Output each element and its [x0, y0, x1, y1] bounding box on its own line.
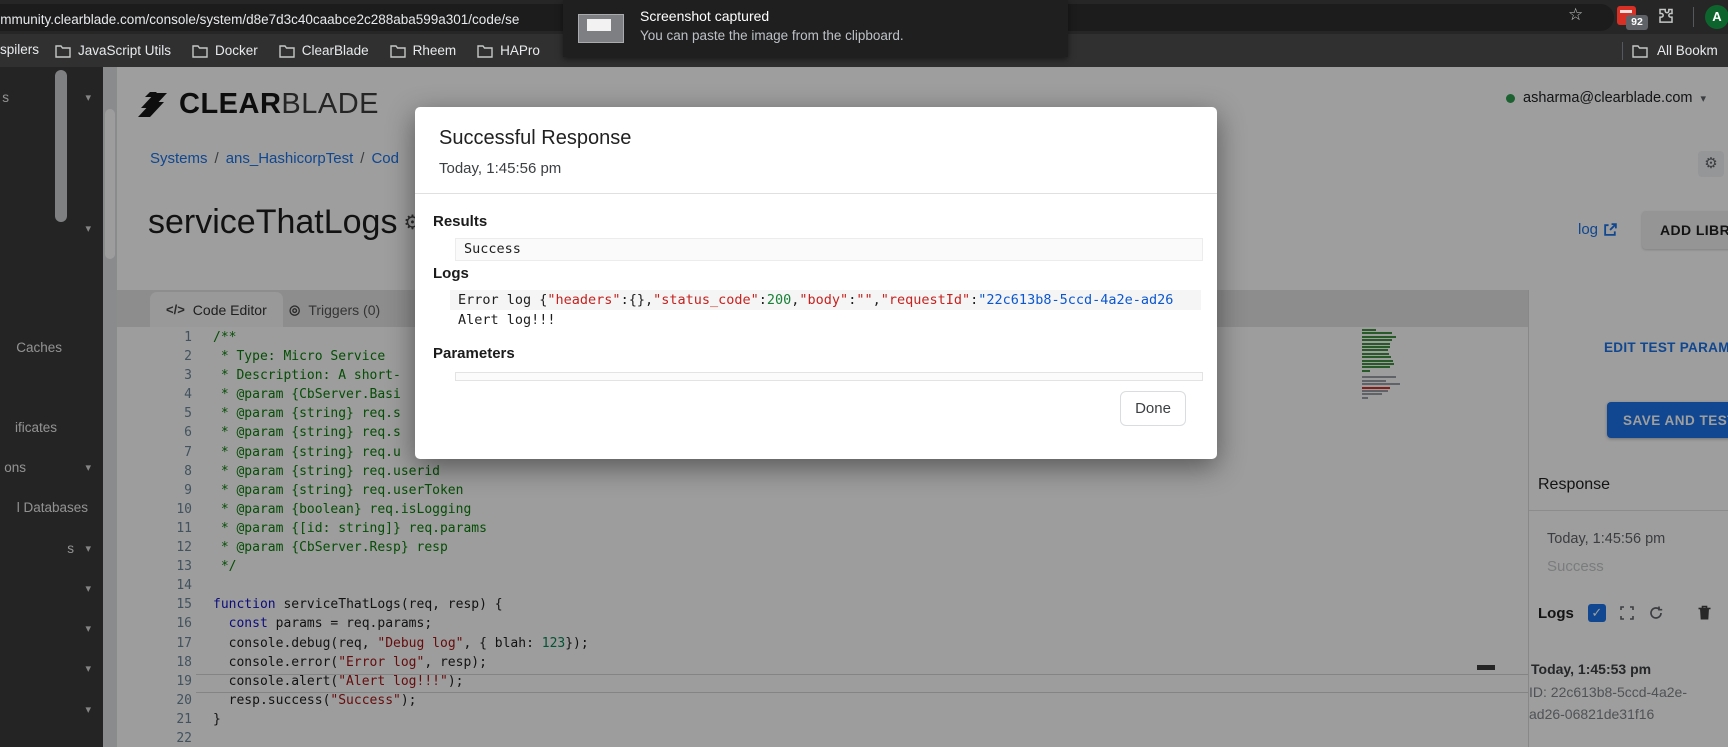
bookmark-label: Docker [215, 43, 258, 58]
parameters-box[interactable] [455, 372, 1203, 381]
bookmark-label: ClearBlade [302, 43, 369, 58]
all-bookmarks-label[interactable]: All Bookm [1657, 43, 1718, 58]
folder-icon [192, 44, 208, 58]
url-text: community.clearblade.com/console/system/… [0, 12, 519, 27]
folder-icon [1632, 44, 1648, 58]
dialog-divider [415, 193, 1217, 194]
folder-icon [279, 44, 295, 58]
log-line-alert: Alert log!!! [450, 310, 1201, 330]
bookmark-item[interactable]: Rheem [390, 43, 457, 58]
bookmarks-divider [1622, 42, 1623, 60]
bookmark-item[interactable]: HAPro [477, 43, 540, 58]
successful-response-dialog: Successful Response Today, 1:45:56 pm Re… [415, 107, 1217, 459]
extensions-puzzle-icon[interactable] [1656, 6, 1676, 26]
folder-icon [55, 44, 71, 58]
bookmark-item-clipped[interactable]: spilers [0, 42, 39, 57]
topbar-divider [1693, 7, 1694, 27]
screen: s▾▾Cachesificatesons▾l Databasess▾▾▾▾▾ C… [0, 0, 1728, 747]
bookmark-label: HAPro [500, 43, 540, 58]
bookmark-item[interactable]: Docker [192, 43, 258, 58]
done-button[interactable]: Done [1120, 391, 1186, 426]
results-heading: Results [433, 213, 487, 230]
bookmark-label: JavaScript Utils [78, 43, 171, 58]
logs-heading: Logs [433, 265, 469, 282]
browser-avatar[interactable]: A [1705, 5, 1728, 29]
screenshot-notification[interactable]: Screenshot captured You can paste the im… [563, 0, 1068, 57]
bookmark-label: Rheem [413, 43, 457, 58]
log-line-error: Error log {"headers":{},"status_code":20… [450, 290, 1201, 310]
folder-icon [390, 44, 406, 58]
notification-title: Screenshot captured [640, 8, 769, 24]
folder-icon [477, 44, 493, 58]
dialog-timestamp: Today, 1:45:56 pm [439, 160, 561, 177]
bookmark-star-icon[interactable]: ☆ [1568, 5, 1583, 25]
parameters-heading: Parameters [433, 345, 515, 362]
results-box: Success [455, 238, 1203, 261]
bookmark-item[interactable]: JavaScript Utils [55, 43, 171, 58]
bookmark-item[interactable]: ClearBlade [279, 43, 369, 58]
screenshot-thumbnail [578, 14, 624, 43]
extension-badge: 92 [1626, 15, 1648, 30]
dialog-title: Successful Response [439, 127, 631, 150]
notification-body: You can paste the image from the clipboa… [640, 28, 904, 43]
